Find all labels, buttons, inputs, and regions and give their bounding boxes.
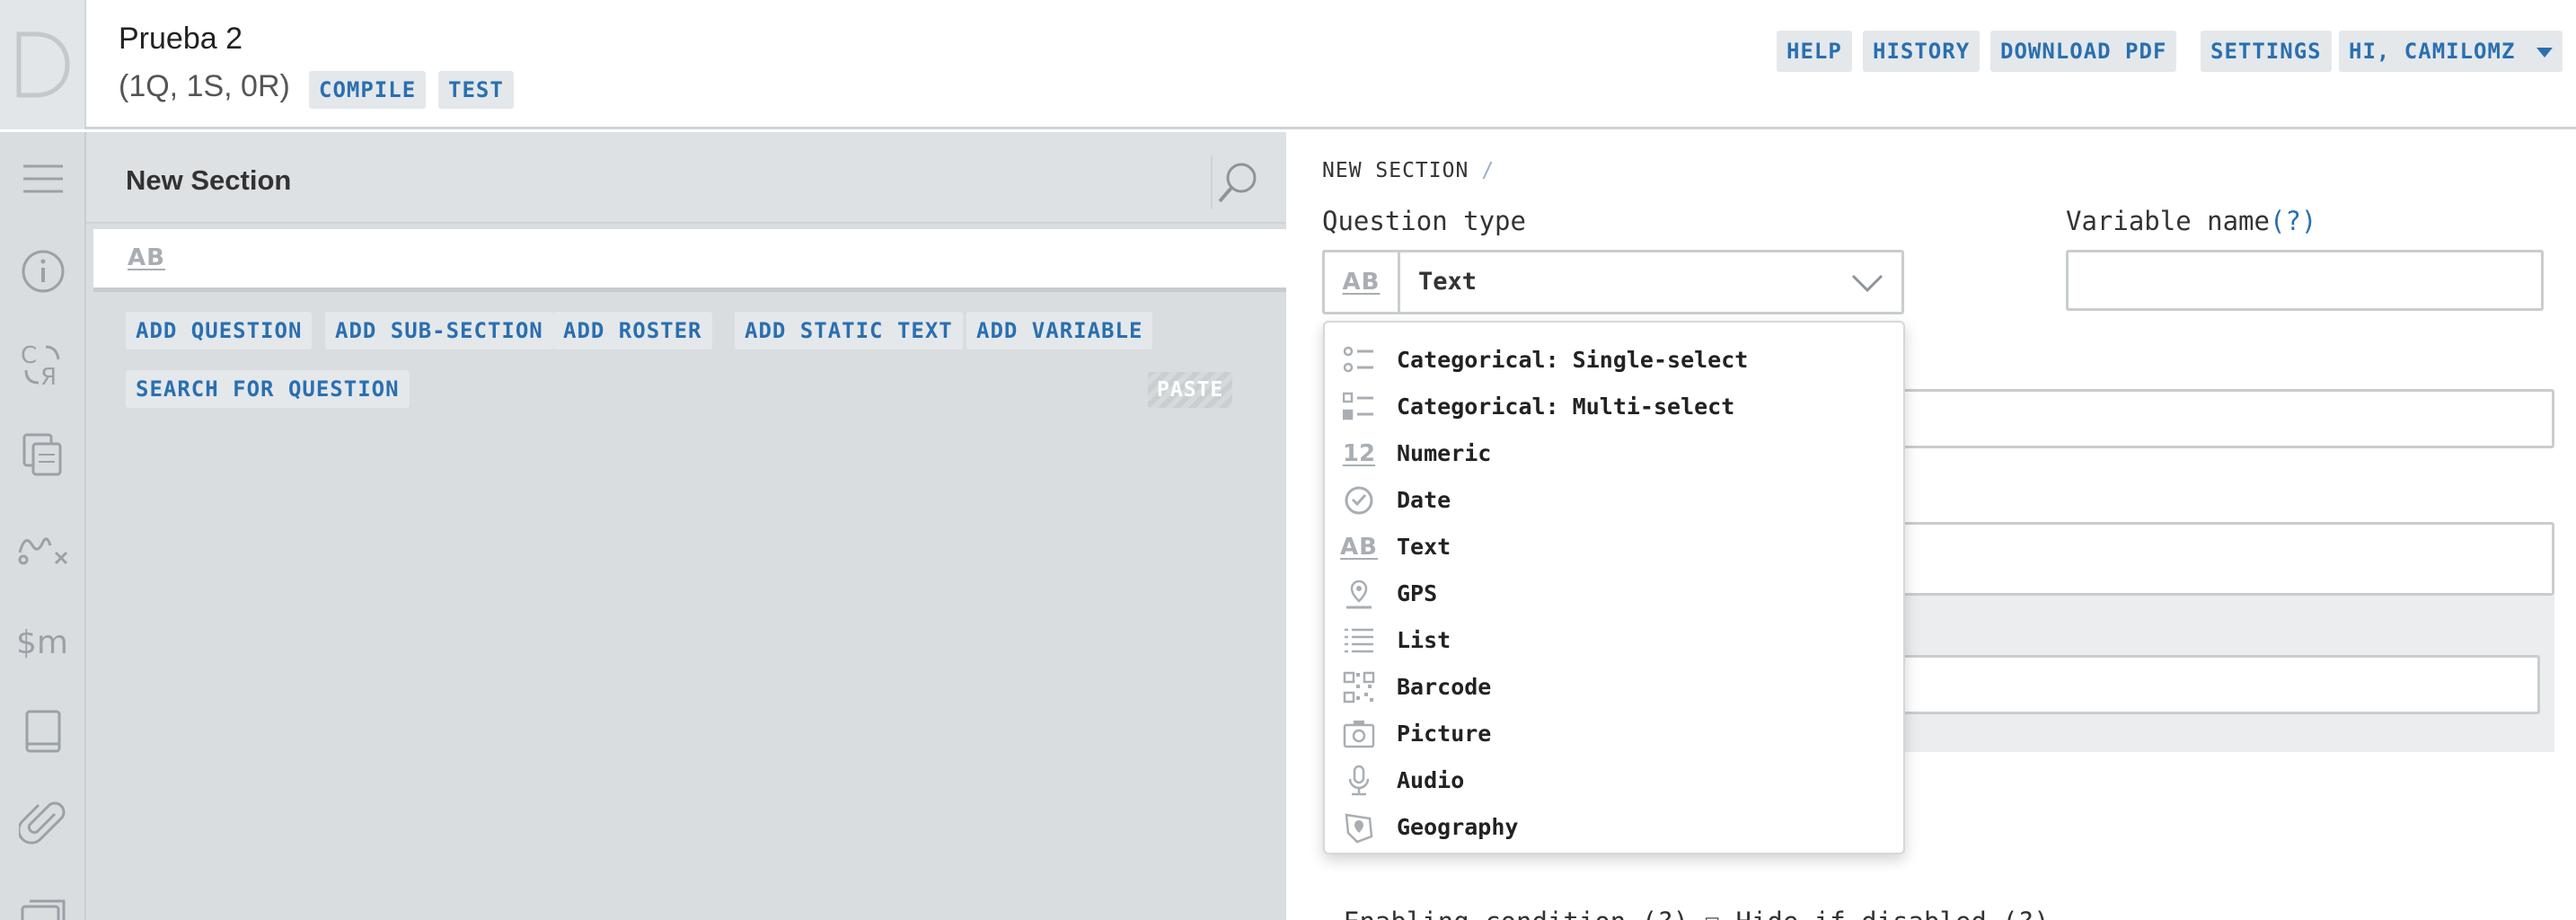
svg-text:$m: $m bbox=[16, 624, 68, 661]
history-button[interactable]: HISTORY bbox=[1863, 31, 1981, 72]
chevron-down-icon bbox=[2536, 47, 2554, 58]
categories-icon[interactable] bbox=[13, 885, 74, 920]
question-title-input[interactable] bbox=[1893, 389, 2554, 448]
option-label: Categorical: Single-select bbox=[1397, 347, 1749, 373]
attachment-icon[interactable] bbox=[13, 797, 74, 851]
barcode-icon bbox=[1343, 671, 1375, 703]
add-question-button[interactable]: ADD QUESTION bbox=[126, 312, 313, 349]
option-audio[interactable]: Audio bbox=[1325, 757, 1903, 804]
option-label: Numeric bbox=[1397, 440, 1492, 466]
svg-text:C: C bbox=[21, 342, 37, 369]
left-sidebar: CЯ $m bbox=[0, 132, 86, 920]
option-numeric[interactable]: 12 Numeric bbox=[1325, 430, 1903, 477]
variable-name-input[interactable] bbox=[2066, 250, 2544, 311]
question-type-dropdown: Categorical: Single-select Categorical: … bbox=[1323, 321, 1905, 854]
svg-text:Я: Я bbox=[40, 364, 57, 388]
microphone-icon bbox=[1343, 765, 1375, 797]
info-icon[interactable] bbox=[13, 244, 74, 298]
breadcrumb: NEW SECTION / bbox=[1322, 159, 1495, 182]
section-title: New Section bbox=[126, 164, 292, 196]
option-geography[interactable]: Geography bbox=[1325, 804, 1903, 851]
translate-icon[interactable]: CЯ bbox=[13, 337, 74, 391]
tree-item-text-question[interactable]: AB bbox=[93, 229, 1286, 292]
settings-button[interactable]: SETTINGS bbox=[2201, 31, 2332, 72]
variable-name-help-icon[interactable]: (?) bbox=[2270, 206, 2316, 236]
multi-select-icon bbox=[1343, 391, 1375, 423]
text-type-icon: AB bbox=[1325, 252, 1400, 312]
text-glyph: AB bbox=[1340, 534, 1378, 561]
text-type-glyph: AB bbox=[1342, 269, 1381, 296]
option-picture[interactable]: Picture bbox=[1325, 711, 1903, 757]
test-button[interactable]: TEST bbox=[438, 71, 514, 109]
book-icon[interactable] bbox=[13, 705, 74, 759]
enabling-condition-row[interactable]: Enabling condition (?) ☐ Hide if disable… bbox=[1344, 907, 2050, 920]
clock-icon bbox=[1343, 484, 1375, 517]
variable-name-label: Variable name(?) bbox=[2066, 206, 2316, 236]
text-icon: AB bbox=[1340, 531, 1378, 563]
variable-name-label-text: Variable name bbox=[2066, 206, 2270, 236]
copy-icon[interactable] bbox=[13, 429, 74, 482]
question-type-select[interactable]: AB Text bbox=[1322, 250, 1904, 314]
question-text-input[interactable] bbox=[1893, 522, 2554, 596]
option-label: Geography bbox=[1397, 814, 1519, 840]
single-select-icon bbox=[1343, 344, 1375, 376]
questionnaire-counts: (1Q, 1S, 0R) bbox=[119, 69, 290, 103]
tree-header: New Section bbox=[86, 132, 1286, 224]
option-label: Date bbox=[1397, 487, 1451, 513]
top-bar: Prueba 2 (1Q, 1S, 0R) COMPILE TEST HELP … bbox=[0, 0, 2576, 129]
questionnaire-tree-panel: New Section AB ADD QUESTION ADD SUB-SECT… bbox=[86, 132, 1286, 920]
question-type-label: Question type bbox=[1322, 206, 1526, 236]
option-label: Picture bbox=[1397, 721, 1492, 747]
option-list[interactable]: List bbox=[1325, 617, 1903, 664]
option-label: Audio bbox=[1397, 767, 1465, 793]
option-text[interactable]: AB Text bbox=[1325, 524, 1903, 571]
option-categorical-single-select[interactable]: Categorical: Single-select bbox=[1325, 337, 1903, 384]
breadcrumb-section[interactable]: NEW SECTION bbox=[1322, 159, 1469, 182]
option-label: Categorical: Multi-select bbox=[1397, 394, 1735, 420]
logo-d-icon bbox=[16, 31, 70, 98]
option-categorical-multi-select[interactable]: Categorical: Multi-select bbox=[1325, 384, 1903, 430]
search-icon[interactable] bbox=[1211, 155, 1265, 209]
compile-button[interactable]: COMPILE bbox=[309, 71, 427, 109]
camera-icon bbox=[1343, 718, 1375, 750]
question-type-value: Text bbox=[1418, 268, 1478, 296]
macro-icon[interactable] bbox=[13, 521, 74, 575]
text-question-icon: AB bbox=[128, 244, 165, 271]
user-menu-button[interactable]: HI, CAMILOMZ bbox=[2339, 31, 2563, 72]
add-subsection-button[interactable]: ADD SUB-SECTION bbox=[325, 312, 553, 349]
questionnaire-title: Prueba 2 bbox=[119, 22, 243, 56]
breadcrumb-separator: / bbox=[1481, 159, 1495, 182]
list-icon bbox=[1343, 624, 1375, 657]
option-date[interactable]: Date bbox=[1325, 477, 1903, 524]
help-button[interactable]: HELP bbox=[1777, 31, 1852, 72]
option-gps[interactable]: GPS bbox=[1325, 571, 1903, 617]
option-label: List bbox=[1397, 627, 1451, 653]
add-roster-button[interactable]: ADD ROSTER bbox=[553, 312, 712, 349]
option-label: GPS bbox=[1397, 580, 1438, 606]
numeric-glyph: 12 bbox=[1342, 440, 1376, 467]
paste-button[interactable]: PASTE bbox=[1148, 372, 1233, 408]
numeric-icon: 12 bbox=[1343, 438, 1375, 470]
options-input[interactable] bbox=[1893, 655, 2540, 714]
download-pdf-button[interactable]: DOWNLOAD PDF bbox=[1990, 31, 2177, 72]
user-greeting: HI, CAMILOMZ bbox=[2349, 39, 2516, 64]
geography-icon bbox=[1343, 811, 1375, 844]
menu-icon[interactable] bbox=[13, 152, 74, 206]
app-logo[interactable] bbox=[0, 0, 86, 129]
option-barcode[interactable]: Barcode bbox=[1325, 664, 1903, 711]
chevron-down-icon bbox=[1849, 269, 1885, 300]
add-static-text-button[interactable]: ADD STATIC TEXT bbox=[735, 312, 963, 349]
search-for-question-button[interactable]: SEARCH FOR QUESTION bbox=[126, 370, 410, 408]
option-label: Barcode bbox=[1397, 674, 1492, 700]
location-pin-icon bbox=[1343, 578, 1375, 610]
add-variable-button[interactable]: ADD VARIABLE bbox=[966, 312, 1153, 349]
lookup-money-icon[interactable]: $m bbox=[13, 613, 74, 667]
option-label: Text bbox=[1397, 534, 1451, 560]
